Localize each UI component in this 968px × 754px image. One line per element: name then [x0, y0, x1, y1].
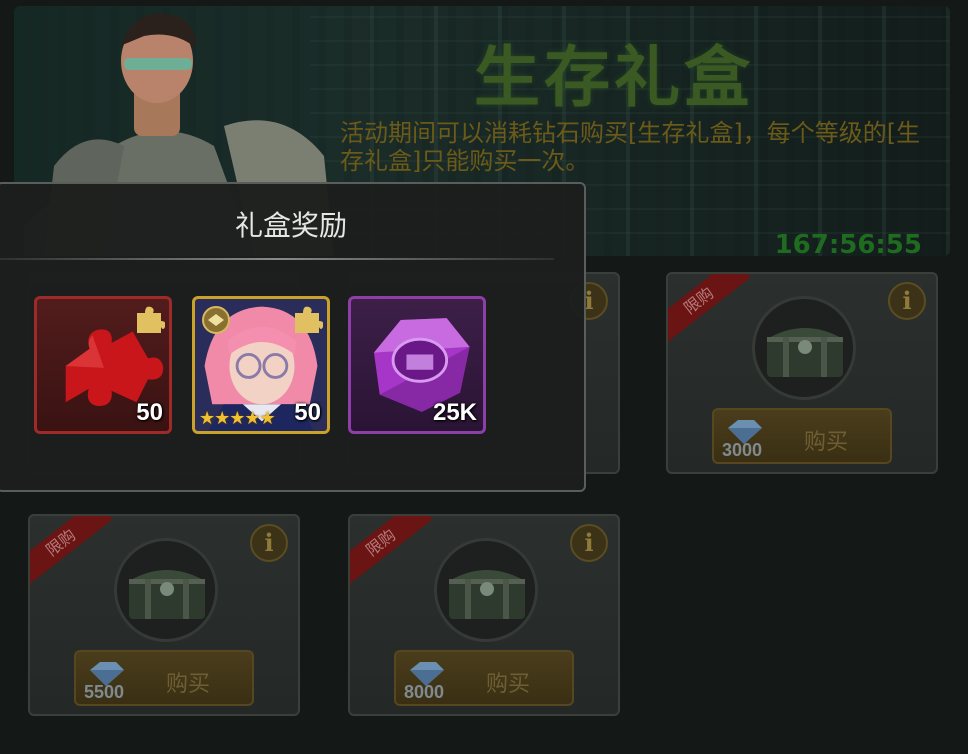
- reward-item-hero[interactable]: ★★★★★ 50: [192, 296, 330, 434]
- info-icon[interactable]: i: [888, 282, 926, 320]
- price-label: 3000: [722, 440, 763, 460]
- price-label: 5500: [84, 682, 125, 702]
- reward-quantity: 50: [136, 399, 163, 426]
- limit-ribbon: 限购: [668, 274, 751, 346]
- countdown-timer: 167:56:55: [774, 230, 922, 256]
- event-description: 活动期间可以消耗钻石购买[生存礼盒]，每个等级的[生存礼盒]只能购买一次。: [340, 119, 921, 175]
- reward-quantity: 50: [294, 399, 321, 426]
- reward-item-gem[interactable]: 25K: [348, 296, 486, 434]
- info-icon[interactable]: i: [250, 524, 288, 562]
- buy-button[interactable]: 8000 购买: [394, 650, 574, 706]
- reward-quantity: 25K: [432, 399, 477, 426]
- chest-icon: [434, 538, 538, 642]
- star-rating: ★★★★★: [199, 408, 276, 428]
- event-title: 生存礼盒: [474, 39, 754, 116]
- popup-title: 礼盒奖励: [234, 209, 347, 242]
- buy-label: 购买: [166, 672, 211, 697]
- fragment-badge-icon: [137, 306, 165, 333]
- reward-popup[interactable]: 礼盒奖励 50 ★★★★★ 50 25K: [0, 182, 586, 492]
- faction-emblem-icon: [202, 306, 230, 334]
- reward-item-puzzle[interactable]: 50: [34, 296, 172, 434]
- buy-button[interactable]: 5500 购买: [74, 650, 254, 706]
- chest-icon: [114, 538, 218, 642]
- buy-label: 购买: [804, 430, 849, 455]
- buy-label: 购买: [486, 672, 531, 697]
- price-label: 8000: [404, 682, 445, 702]
- shop-card-3000: 限购 i 3000 购买: [666, 272, 938, 474]
- buy-button[interactable]: 3000 购买: [712, 408, 892, 464]
- chest-icon: [752, 296, 856, 400]
- info-icon[interactable]: i: [570, 524, 608, 562]
- shop-card-8000: 限购 i 8000 购买: [348, 514, 620, 716]
- limit-ribbon: 限购: [350, 516, 433, 588]
- divider: [0, 258, 554, 260]
- limit-ribbon: 限购: [30, 516, 113, 588]
- shop-card-5500: 限购 i 5500 购买: [28, 514, 300, 716]
- fragment-badge-icon: [295, 306, 323, 333]
